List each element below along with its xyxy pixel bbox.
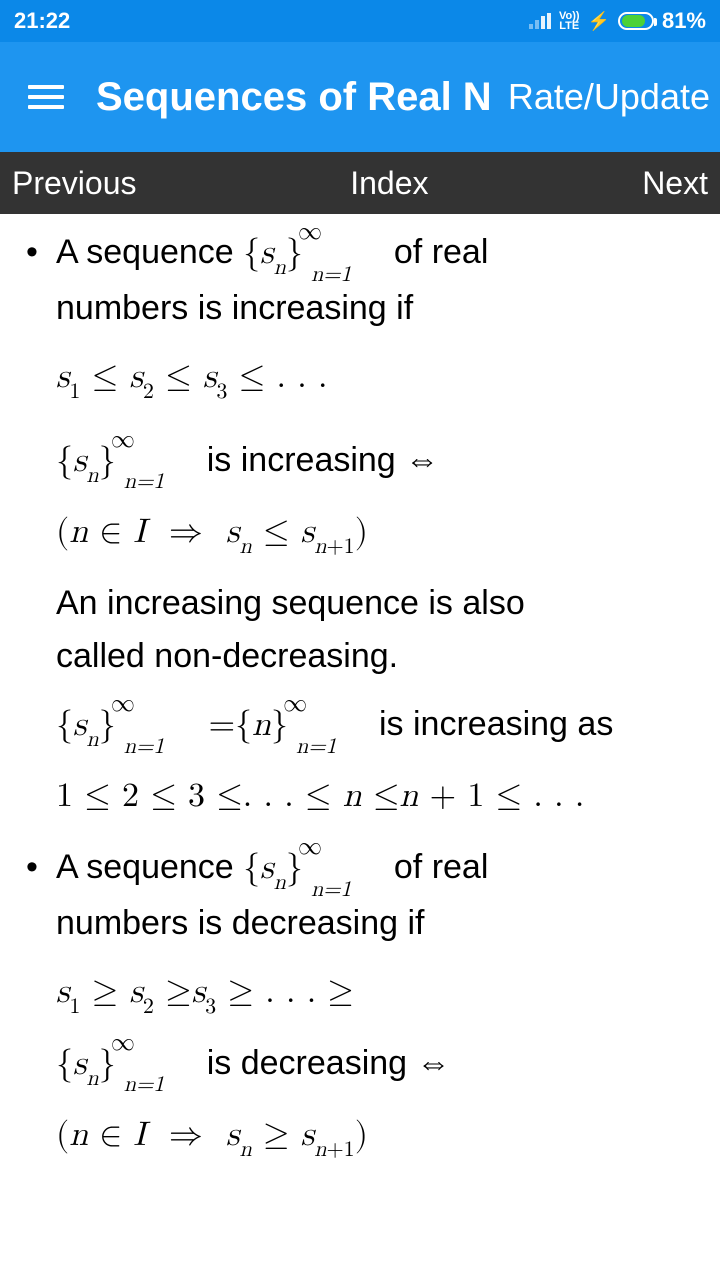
charging-icon: ⚡ (588, 11, 610, 32)
subscript: n=1 (296, 730, 337, 764)
brace: { (56, 1047, 73, 1081)
text: numbers is increasing if (56, 289, 413, 327)
app-bar: Sequences of Real N… Rate/Update (0, 42, 720, 152)
superscript: ∞ (111, 422, 135, 459)
implication-decreasing: (n ∈ I ⇒ sn ≥ sn+1) (56, 1109, 700, 1164)
subscript: n=1 (124, 730, 165, 764)
subscript: n (86, 729, 98, 751)
subscript: n (86, 465, 98, 487)
subscript: n=1 (124, 465, 165, 499)
var: s (73, 708, 86, 742)
sequence-bounds: }∞n=1 (286, 227, 303, 280)
text: of real (384, 233, 488, 271)
text: An increasing sequence is also (56, 584, 525, 622)
nav-bar: Previous Index Next (0, 152, 720, 214)
brace: { (235, 708, 252, 742)
var: s (260, 851, 273, 885)
subscript: n=1 (124, 1068, 165, 1102)
iff-increasing: {sn}∞n=1 is increasing ⇔ (56, 434, 700, 490)
subscript: n=1 (311, 258, 352, 292)
rate-update-button[interactable]: Rate/Update (508, 76, 710, 118)
superscript: ∞ (298, 829, 322, 866)
sequence-bounds: }∞n=1 (99, 435, 116, 488)
superscript: ∞ (298, 214, 322, 251)
content-area: A sequence {sn}∞n=1 of real numbers is i… (0, 214, 720, 1164)
text: A sequence (56, 848, 243, 886)
definition-increasing: A sequence {sn}∞n=1 of real numbers is i… (56, 226, 700, 335)
sequence-bounds: }∞n=1 (99, 1038, 116, 1091)
chain-inequality: 1 ≤ 2 ≤ 3 ≤. . . ≤ n ≤n + 1 ≤ . . . (56, 770, 700, 823)
menu-icon[interactable] (28, 85, 64, 109)
definition-decreasing: A sequence {sn}∞n=1 of real numbers is d… (56, 841, 700, 950)
sequence-bounds: }∞n=1 (99, 699, 116, 752)
brace: { (56, 708, 73, 742)
implication-increasing: (n ∈ I ⇒ sn ≤ sn+1) (56, 506, 700, 561)
nav-next[interactable]: Next (642, 165, 708, 202)
var: s (73, 1047, 86, 1081)
text: of real (384, 848, 488, 886)
signal-icon (529, 13, 551, 29)
status-right: Vo))LTE ⚡ 81% (529, 8, 706, 34)
subscript: n=1 (311, 873, 352, 907)
brace: { (56, 444, 73, 478)
nav-previous[interactable]: Previous (12, 165, 137, 202)
example-increasing: {sn}∞n=1 ={n}∞n=1 is increasing as (56, 698, 700, 754)
status-bar: 21:22 Vo))LTE ⚡ 81% (0, 0, 720, 42)
sequence-bounds: }∞n=1 (286, 842, 303, 895)
battery-percent: 81% (662, 8, 706, 34)
subscript: n (274, 257, 286, 279)
inequality-increasing: s1 ≤ s2 ≤ s3 ≤ . . . (56, 351, 700, 406)
superscript: ∞ (111, 1025, 135, 1062)
list-item: A sequence {sn}∞n=1 of real numbers is i… (20, 226, 700, 823)
text: called non-decreasing. (56, 637, 398, 675)
var: s (73, 444, 86, 478)
nondecreasing-note: An increasing sequence is also called no… (56, 577, 700, 682)
inequality-decreasing: s1 ≥ s2 ≥s3 ≥ . . . ≥ (56, 966, 700, 1021)
superscript: ∞ (111, 686, 135, 723)
superscript: ∞ (283, 686, 307, 723)
text: is decreasing ⇔ (197, 1044, 450, 1082)
list-item: A sequence {sn}∞n=1 of real numbers is d… (20, 841, 700, 1164)
subscript: n (86, 1068, 98, 1090)
iff-decreasing: {sn}∞n=1 is decreasing ⇔ (56, 1037, 700, 1093)
text: is increasing as (370, 705, 614, 743)
volte-icon: Vo))LTE (559, 11, 580, 31)
status-time: 21:22 (14, 8, 70, 34)
sequence-bounds: }∞n=1 (271, 699, 288, 752)
var: n (252, 708, 271, 742)
text: numbers is decreasing if (56, 904, 425, 942)
equals: = (197, 708, 235, 742)
brace: { (243, 851, 260, 885)
text: is increasing ⇔ (197, 441, 439, 479)
brace: { (243, 236, 260, 270)
page-title: Sequences of Real N… (96, 75, 496, 120)
nav-index[interactable]: Index (350, 165, 428, 202)
var: s (260, 236, 273, 270)
battery-fill (622, 15, 645, 27)
text: A sequence (56, 233, 243, 271)
subscript: n (274, 872, 286, 894)
battery-icon (618, 12, 654, 30)
